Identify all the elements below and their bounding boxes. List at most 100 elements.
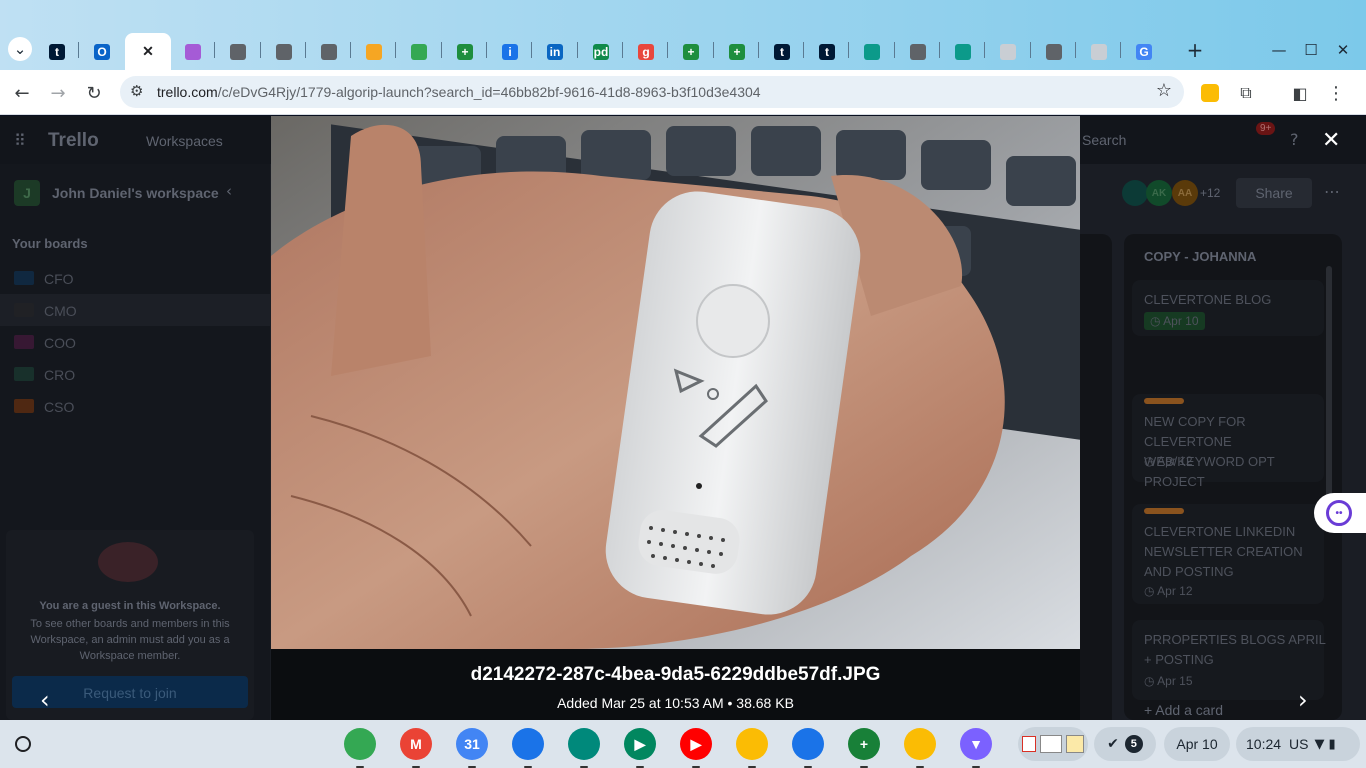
browser-tab[interactable] <box>940 36 986 68</box>
browser-tab[interactable]: G <box>1121 36 1167 68</box>
forward-icon[interactable]: → <box>44 79 72 107</box>
browser-tab[interactable] <box>895 36 941 68</box>
board-menu-icon[interactable]: ⋯ <box>1324 182 1340 201</box>
bookmark-star-icon[interactable]: ☆ <box>1156 80 1172 101</box>
launcher-icon[interactable] <box>15 736 31 752</box>
url-text[interactable]: trello.com/c/eDvG4Rjy/1779-algorip-launc… <box>157 84 761 100</box>
messages-icon[interactable] <box>792 728 824 760</box>
search-input[interactable]: Search <box>1082 132 1126 148</box>
browser-tab[interactable] <box>170 36 216 68</box>
globe-icon <box>276 44 292 60</box>
vpn-icon[interactable]: ▼ <box>960 728 992 760</box>
browser-tab[interactable] <box>985 36 1031 68</box>
close-window-icon[interactable]: ✕ <box>1332 40 1354 60</box>
list-card[interactable]: PRROPERTIES BLOGS APRIL + POSTING ◷ Apr 1… <box>1132 620 1325 700</box>
address-bar[interactable]: ⚙ trello.com/c/eDvG4Rjy/1779-algorip-lau… <box>120 76 1184 108</box>
back-icon[interactable]: ← <box>8 79 36 107</box>
member-avatar[interactable]: AK <box>1146 180 1172 206</box>
youtube-icon[interactable]: ▶ <box>680 728 712 760</box>
files-icon[interactable] <box>512 728 544 760</box>
browser-tab[interactable]: pd <box>578 36 624 68</box>
extensions-icon[interactable]: ⧉ <box>1232 79 1260 107</box>
board-item[interactable]: COO <box>0 326 270 358</box>
browser-tab[interactable]: t <box>34 36 80 68</box>
tab-search-chevron-icon[interactable]: ⌄ <box>8 37 32 61</box>
date-tray[interactable]: Apr 10 <box>1164 727 1230 761</box>
next-attachment-icon[interactable]: › <box>1298 686 1308 714</box>
board-item[interactable]: CFO <box>0 262 270 294</box>
workspace-name[interactable]: John Daniel's workspace <box>52 185 219 201</box>
browser-tab[interactable] <box>261 36 307 68</box>
tumblr-icon: t <box>819 44 835 60</box>
holding-space-button[interactable] <box>1018 727 1088 761</box>
notification-tray[interactable]: ✔ 5 <box>1094 727 1156 761</box>
new-tab-button[interactable]: + <box>1184 38 1206 62</box>
browser-tab[interactable] <box>306 36 352 68</box>
browser-tab[interactable]: + <box>714 36 760 68</box>
browser-tab[interactable]: g <box>623 36 669 68</box>
browser-tab[interactable] <box>849 36 895 68</box>
browser-tab[interactable] <box>1076 36 1122 68</box>
tab-separator <box>1030 42 1031 58</box>
tab-separator <box>894 42 895 58</box>
google-keep-icon[interactable] <box>904 728 936 760</box>
menu-icon[interactable]: ⋮ <box>1322 79 1350 107</box>
list-card[interactable]: CLEVERTONE BLOG POSTING◷ Apr 10 <box>1132 280 1324 336</box>
board-item[interactable]: CRO <box>0 358 270 390</box>
collapse-sidebar-icon[interactable]: ‹ <box>226 182 232 200</box>
share-button[interactable]: Share <box>1236 178 1312 208</box>
board-name: CFO <box>44 271 74 287</box>
tab-separator <box>78 42 79 58</box>
globe-icon <box>230 44 246 60</box>
browser-tab[interactable] <box>351 36 397 68</box>
browser-tab[interactable]: in <box>532 36 578 68</box>
reload-icon[interactable]: ↻ <box>80 79 108 107</box>
maximize-icon[interactable]: ☐ <box>1300 40 1322 60</box>
browser-tab[interactable] <box>1031 36 1077 68</box>
browser-tab[interactable] <box>396 36 442 68</box>
google-sheets-icon: + <box>683 44 699 60</box>
browser-tab[interactable]: t <box>759 36 805 68</box>
board-item[interactable]: CSO <box>0 390 270 422</box>
chrome-icon[interactable] <box>344 728 376 760</box>
side-panel-icon[interactable]: ◧ <box>1286 79 1314 107</box>
browser-tab[interactable] <box>215 36 261 68</box>
browser-tab[interactable]: + <box>442 36 488 68</box>
browser-tab[interactable]: ✕ <box>125 33 171 70</box>
google-meet-icon[interactable] <box>568 728 600 760</box>
member-avatar[interactable]: AA <box>1172 180 1198 206</box>
help-icon[interactable]: ? <box>1290 130 1299 149</box>
assistant-widget-button[interactable]: •• <box>1314 493 1366 533</box>
browser-tab[interactable]: + <box>668 36 714 68</box>
orange-circle-icon <box>366 44 382 60</box>
gmail-icon[interactable]: M <box>400 728 432 760</box>
previous-attachment-icon[interactable]: ‹ <box>40 686 50 714</box>
workspaces-menu[interactable]: Workspaces <box>146 133 223 149</box>
tab-separator <box>803 42 804 58</box>
google-photos-icon[interactable] <box>736 728 768 760</box>
board-item[interactable]: CMO <box>0 294 270 326</box>
browser-tab[interactable]: t <box>804 36 850 68</box>
app-switcher-icon[interactable]: ⠿ <box>14 131 26 150</box>
member-avatar[interactable] <box>1122 180 1148 206</box>
close-icon[interactable]: ✕ <box>140 43 156 60</box>
members-more[interactable]: +12 <box>1200 186 1220 200</box>
minimize-icon[interactable]: — <box>1268 40 1290 60</box>
add-card-button[interactable]: + Add a card <box>1144 702 1223 718</box>
site-info-icon[interactable]: ⚙ <box>130 82 143 100</box>
keep-extension-icon[interactable] <box>1201 84 1219 102</box>
list-card[interactable]: NEW COPY FOR CLEVERTONE WEB/KEYWORD OPT … <box>1132 394 1324 489</box>
tab-separator <box>441 42 442 58</box>
browser-tab[interactable]: O <box>79 36 125 68</box>
browser-tab[interactable]: i <box>487 36 533 68</box>
tab-separator <box>713 42 714 58</box>
trello-logo[interactable]: Trello <box>48 130 99 152</box>
list-scrollbar[interactable] <box>1326 266 1332 496</box>
list-card[interactable]: CLEVERTONE LINKEDIN NEWSLETTER CREATION … <box>1132 504 1324 604</box>
tab-separator <box>260 42 261 58</box>
google-sheets-icon[interactable]: + <box>848 728 880 760</box>
status-tray[interactable]: 10:24 US ▼ ▮ <box>1236 727 1360 761</box>
play-store-icon[interactable]: ▶ <box>624 728 656 760</box>
close-viewer-icon[interactable]: ✕ <box>1322 128 1340 153</box>
google-calendar-icon[interactable]: 31 <box>456 728 488 760</box>
